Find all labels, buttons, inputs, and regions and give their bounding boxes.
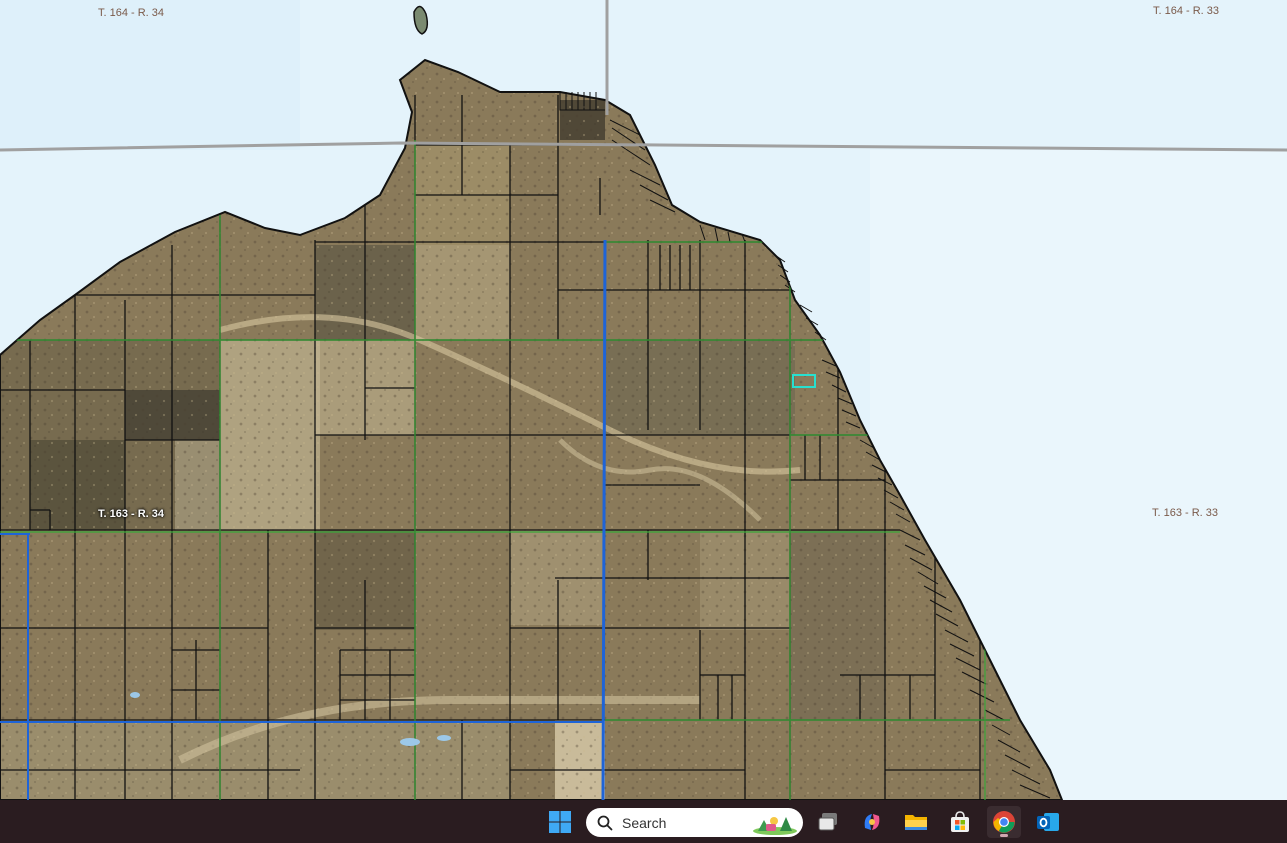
file-explorer-icon[interactable] (899, 806, 933, 838)
pond (400, 738, 420, 746)
taskbar-search-box[interactable]: Search (586, 808, 803, 837)
pond (130, 692, 140, 698)
search-placeholder: Search (622, 815, 667, 831)
task-view-icon[interactable] (811, 806, 845, 838)
chrome-icon[interactable] (987, 806, 1021, 838)
lake-water-tile (0, 0, 300, 150)
map-view[interactable]: T. 164 - R. 34 T. 164 - R. 33 T. 163 - R… (0, 0, 1287, 800)
aerial-parcel-map[interactable] (0, 0, 1287, 800)
microsoft-store-icon[interactable] (943, 806, 977, 838)
pond (437, 735, 451, 741)
copilot-icon[interactable] (855, 806, 889, 838)
windows-start-icon[interactable] (543, 806, 577, 838)
township-label-se: T. 163 - R. 33 (1152, 507, 1219, 519)
range-line (601, 239, 607, 800)
outlook-icon[interactable] (1031, 806, 1065, 838)
township-label-ne: T. 164 - R. 33 (1153, 5, 1220, 17)
township-label-nw: T. 164 - R. 34 (98, 7, 165, 19)
search-highlight-icon (753, 817, 797, 835)
township-label-sw: T. 163 - R. 34 (98, 508, 165, 520)
search-icon (597, 815, 613, 831)
